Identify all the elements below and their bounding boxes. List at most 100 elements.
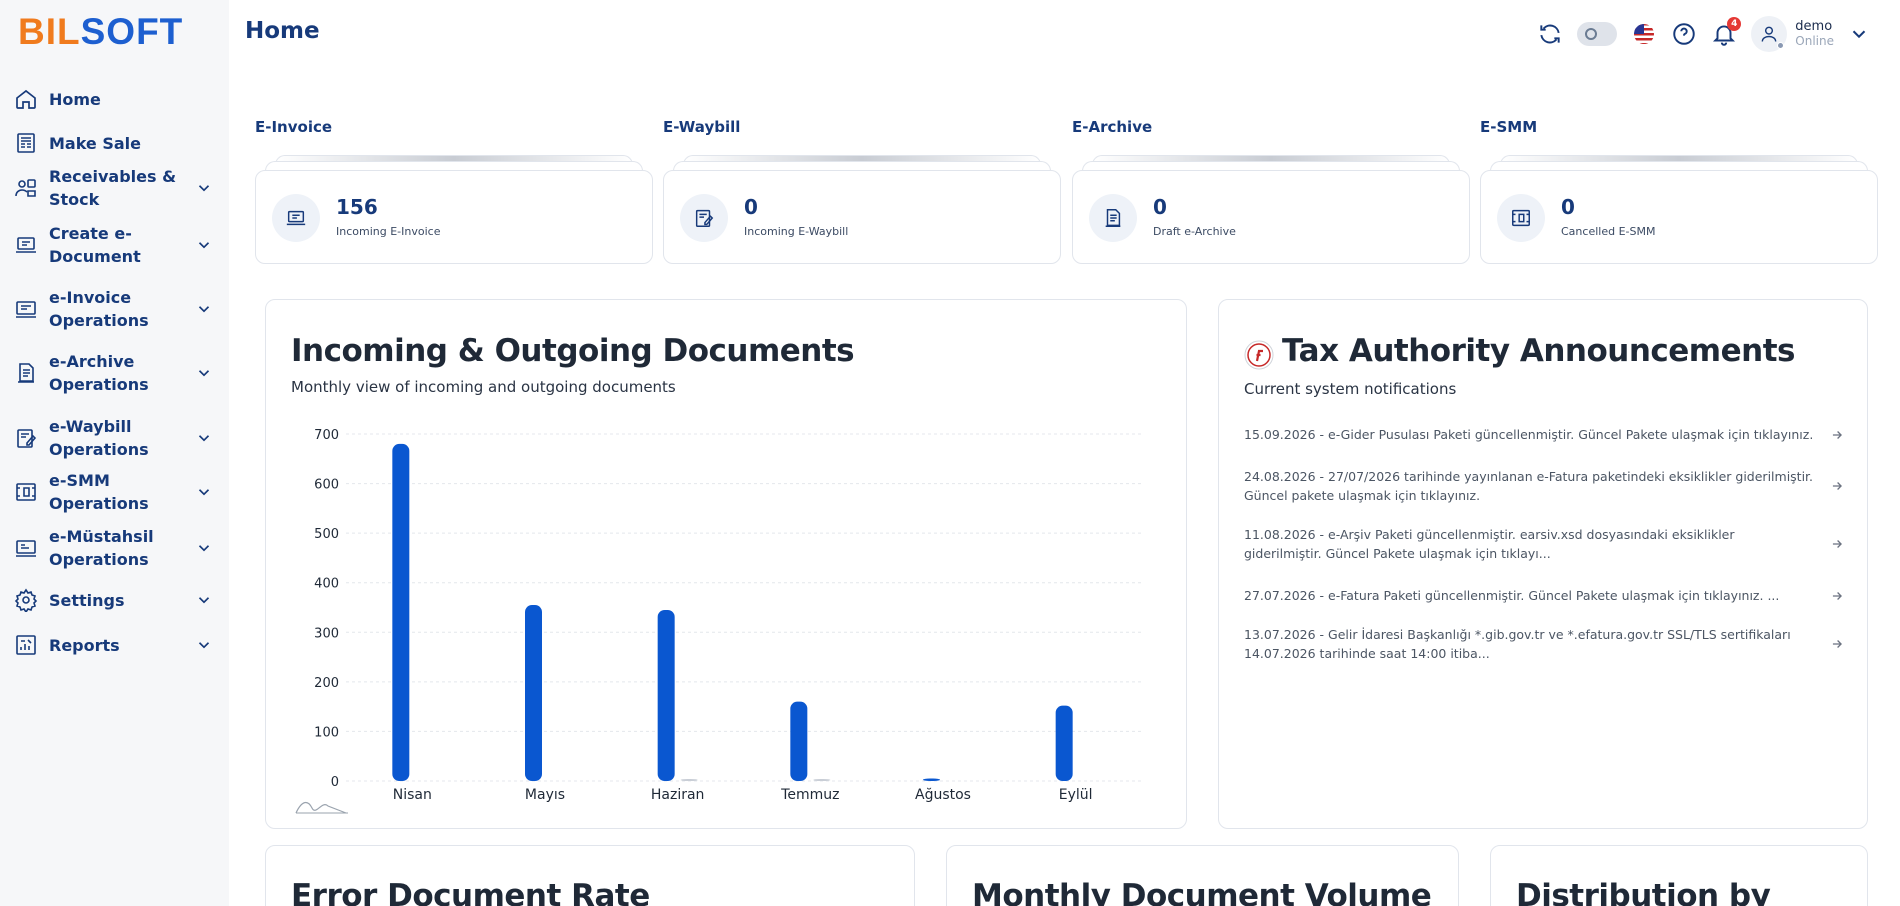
announcement-item[interactable]: 27.07.2026 - e-Fatura Paketi güncellenmi… bbox=[1244, 586, 1844, 605]
user-icon bbox=[1761, 26, 1777, 42]
panel-title: Distribution by bbox=[1516, 878, 1771, 906]
x-tick-label: Haziran bbox=[651, 787, 705, 803]
mustahsil-icon bbox=[13, 535, 39, 561]
waybill-icon bbox=[13, 425, 39, 451]
status-dot bbox=[1777, 42, 1785, 49]
y-tick-label: 600 bbox=[314, 478, 339, 493]
y-tick-label: 300 bbox=[314, 626, 339, 641]
chevron-down-icon[interactable] bbox=[195, 591, 213, 609]
summary-card-e-smm[interactable]: 0 Cancelled E-SMM bbox=[1480, 170, 1878, 264]
waybill-icon bbox=[680, 194, 728, 242]
summary-label: Cancelled E-SMM bbox=[1561, 225, 1656, 238]
header-toolbar: 4 demo Online bbox=[1537, 14, 1870, 54]
sidebar-item-e-waybill-operations[interactable]: e-Waybill Operations bbox=[13, 415, 217, 461]
sidebar-item-settings[interactable]: Settings bbox=[13, 587, 217, 613]
avatar[interactable] bbox=[1751, 16, 1788, 52]
summary-value: 0 bbox=[744, 195, 758, 219]
bar bbox=[813, 779, 831, 781]
user-status: Online bbox=[1795, 34, 1834, 48]
sidebar-item-e-smm-operations[interactable]: e-SMM Operations bbox=[13, 471, 217, 513]
bar bbox=[657, 609, 675, 781]
theme-toggle[interactable] bbox=[1577, 22, 1618, 46]
chevron-down-icon[interactable] bbox=[195, 636, 213, 654]
refresh-icon[interactable] bbox=[1537, 21, 1563, 47]
sidebar-item-e-invoice-operations[interactable]: e-Invoice Operations bbox=[13, 286, 217, 332]
summary-card-e-waybill[interactable]: 0 Incoming E-Waybill bbox=[663, 170, 1061, 264]
documents-bar-chart: 0 100 200 300 400 500 600 700 Nisan Mayıs Haziran T… bbox=[295, 428, 1142, 814]
summary-label: Incoming E-Waybill bbox=[744, 225, 849, 238]
chevron-down-icon[interactable] bbox=[1848, 23, 1870, 45]
summary-title-e-archive: E-Archive bbox=[1072, 118, 1153, 136]
announcement-item[interactable]: 11.08.2026 - e-Arşiv Paketi güncellenmiş… bbox=[1244, 525, 1844, 563]
x-tick-label: Ağustos bbox=[915, 787, 971, 803]
announcement-item[interactable]: 24.08.2026 - 27/07/2026 tarihinde yayınl… bbox=[1244, 467, 1844, 505]
x-tick-label: Temmuz bbox=[780, 787, 839, 803]
distribution-panel: Distribution by bbox=[1490, 845, 1868, 906]
summary-label: Draft e-Archive bbox=[1153, 225, 1236, 238]
y-tick-label: 100 bbox=[314, 725, 339, 740]
chevron-down-icon[interactable] bbox=[195, 364, 213, 382]
sidebar-item-home[interactable]: Home bbox=[13, 86, 217, 112]
report-icon bbox=[13, 632, 39, 658]
page-title: Home bbox=[245, 18, 320, 44]
chart-watermark-icon bbox=[295, 802, 347, 814]
receipt-icon bbox=[13, 130, 39, 156]
notification-badge: 4 bbox=[1727, 17, 1742, 31]
summary-value: 0 bbox=[1153, 195, 1167, 219]
bar bbox=[525, 605, 542, 781]
user-name: demo bbox=[1795, 19, 1833, 34]
arrow-right-icon bbox=[1832, 640, 1842, 648]
help-icon[interactable] bbox=[1671, 21, 1697, 47]
user-menu[interactable]: demo Online bbox=[1751, 16, 1870, 52]
chevron-down-icon[interactable] bbox=[195, 483, 213, 501]
panel-title: Monthly Document Volume bbox=[972, 878, 1432, 906]
y-tick-label: 0 bbox=[331, 775, 339, 790]
y-tick-label: 500 bbox=[314, 527, 339, 542]
summary-value: 156 bbox=[336, 195, 378, 219]
sidebar-item-receivables-stock[interactable]: Receivables & Stock bbox=[13, 167, 217, 209]
people-box-icon bbox=[13, 175, 39, 201]
panel-title: Error Document Rate bbox=[291, 878, 650, 906]
announcement-item[interactable]: 13.07.2026 - Gelir İdaresi Başkanlığı *.… bbox=[1244, 625, 1844, 663]
invoice-icon bbox=[13, 296, 39, 322]
invoice-icon bbox=[272, 194, 320, 242]
summary-card-e-archive[interactable]: 0 Draft e-Archive bbox=[1072, 170, 1470, 264]
chevron-down-icon[interactable] bbox=[195, 179, 213, 197]
summary-title-e-smm: E-SMM bbox=[1480, 118, 1538, 136]
bilsoft-logo[interactable]: BILSOFT bbox=[18, 12, 183, 52]
arrow-right-icon bbox=[1832, 591, 1842, 600]
sidebar-item-make-sale[interactable]: Make Sale bbox=[13, 130, 217, 156]
sidebar-item-reports[interactable]: Reports bbox=[13, 632, 217, 658]
bar bbox=[680, 779, 698, 781]
arrow-right-icon bbox=[1832, 540, 1842, 548]
smm-icon bbox=[1497, 194, 1545, 242]
y-tick-label: 400 bbox=[314, 577, 339, 592]
gib-logo-icon bbox=[1244, 340, 1274, 370]
chevron-down-icon[interactable] bbox=[195, 539, 213, 557]
sidebar-item-create-e-document[interactable]: Create e-Document bbox=[13, 222, 217, 268]
chevron-down-icon[interactable] bbox=[195, 300, 213, 318]
sun-icon bbox=[1585, 28, 1598, 40]
chevron-down-icon[interactable] bbox=[195, 429, 213, 447]
y-tick-label: 700 bbox=[314, 428, 339, 443]
monthly-volume-panel: Monthly Document Volume bbox=[946, 845, 1459, 906]
panel-title: Tax Authority Announcements bbox=[1282, 333, 1795, 369]
error-rate-panel: Error Document Rate bbox=[265, 845, 915, 906]
chevron-down-icon[interactable] bbox=[195, 236, 213, 254]
home-icon bbox=[13, 86, 39, 112]
sidebar-item-e-mustahsil-operations[interactable]: e-Müstahsil Operations bbox=[13, 525, 217, 571]
summary-card-e-invoice[interactable]: 156 Incoming E-Invoice bbox=[255, 170, 653, 264]
sidebar: BILSOFT Home Make Sale Receivables & Sto… bbox=[0, 0, 229, 906]
summary-value: 0 bbox=[1561, 195, 1575, 219]
x-tick-label: Eylül bbox=[1059, 787, 1093, 803]
summary-label: Incoming E-Invoice bbox=[336, 225, 441, 238]
announcement-item[interactable]: 15.09.2026 - e-Gider Pusulası Paketi gün… bbox=[1244, 425, 1844, 444]
bar bbox=[790, 701, 808, 781]
gear-icon bbox=[13, 587, 39, 613]
bar bbox=[392, 443, 410, 781]
y-tick-label: 200 bbox=[314, 676, 339, 691]
sidebar-item-e-archive-operations[interactable]: e-Archive Operations bbox=[13, 350, 217, 396]
bar bbox=[923, 778, 940, 781]
us-flag-icon[interactable] bbox=[1631, 21, 1657, 47]
bell-icon[interactable]: 4 bbox=[1711, 17, 1742, 47]
